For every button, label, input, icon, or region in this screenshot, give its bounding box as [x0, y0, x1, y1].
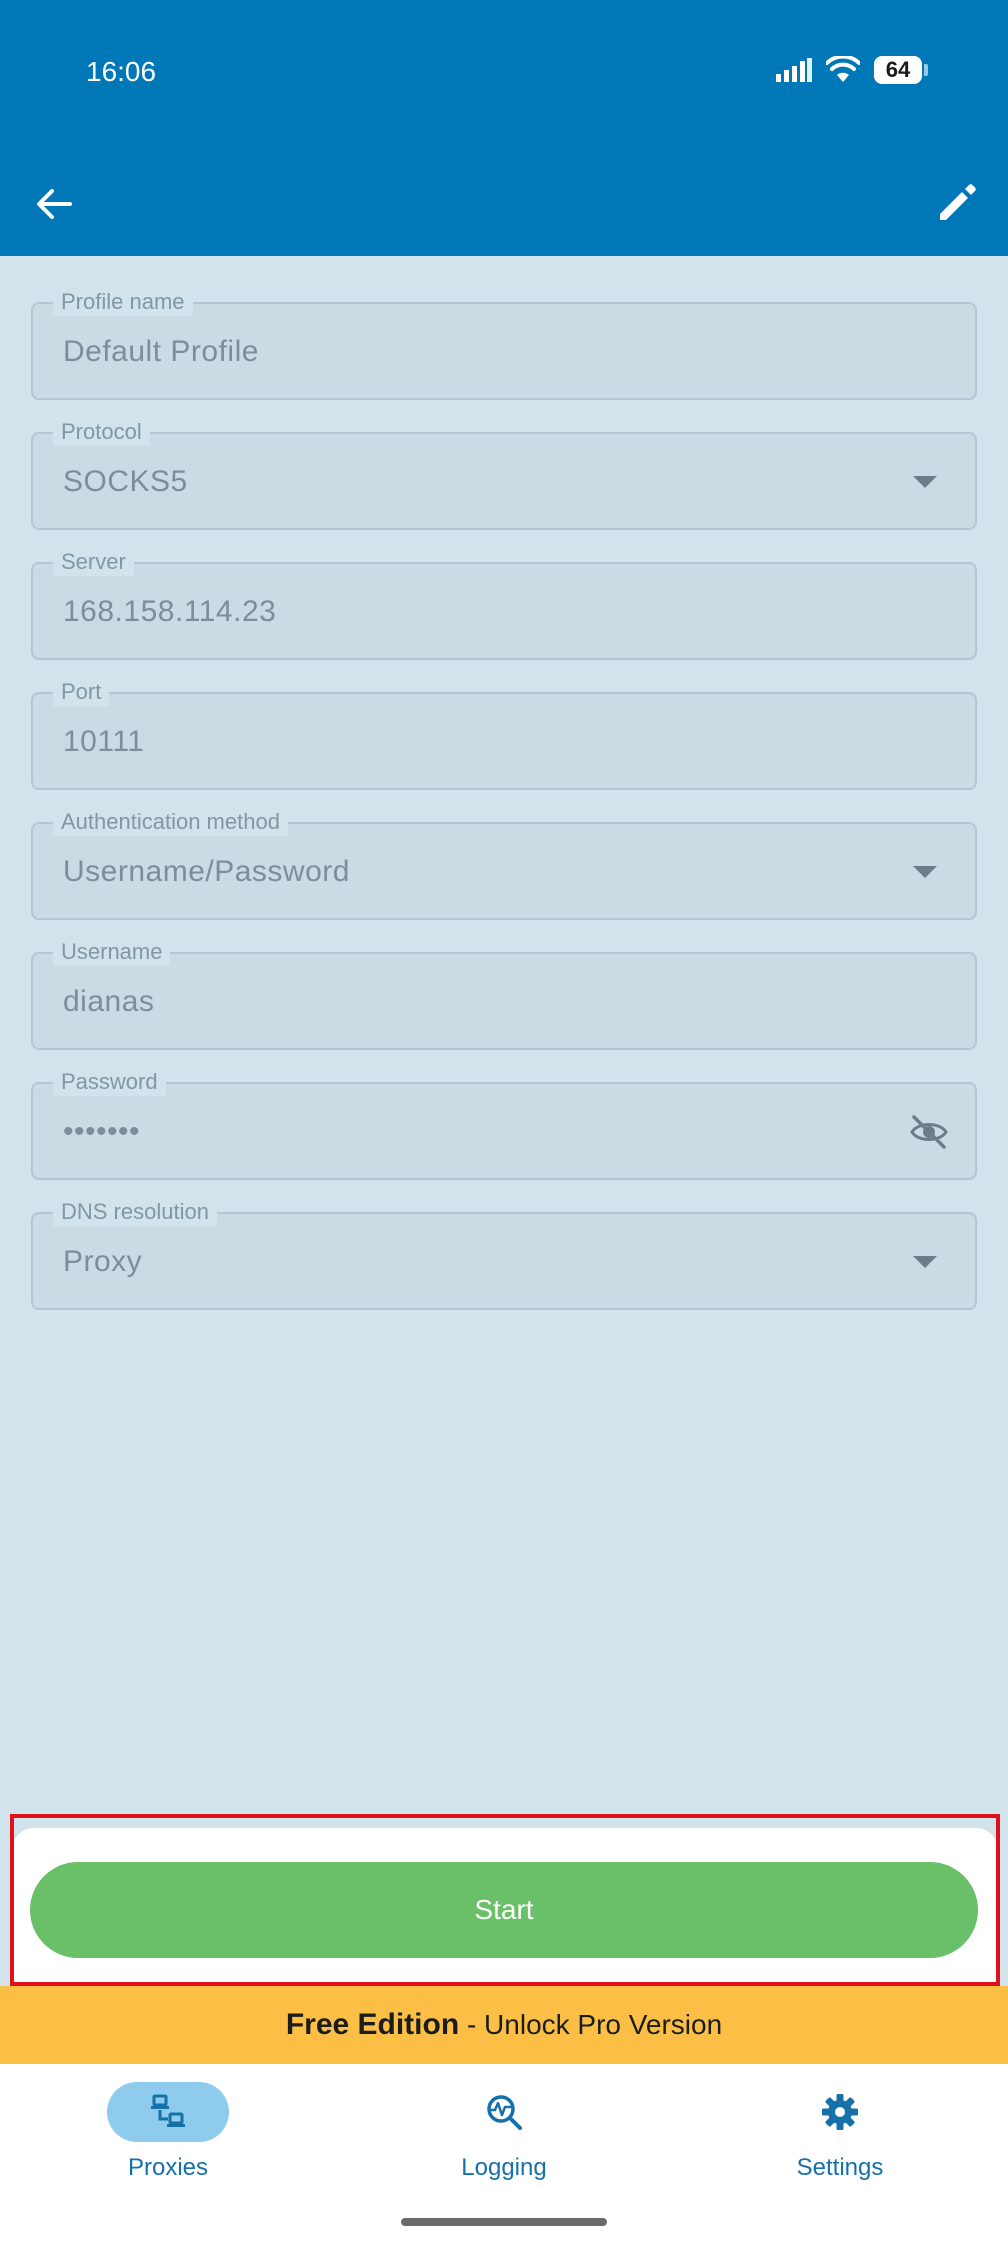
password-label: Password — [53, 1068, 166, 1096]
status-time: 16:06 — [86, 56, 157, 87]
pencil-icon[interactable] — [936, 182, 978, 224]
promo-edition-label: Free Edition — [285, 2008, 460, 2041]
nav-label-proxies: Proxies — [127, 2154, 209, 2181]
username-field[interactable]: Username dianas — [31, 938, 977, 1050]
dropdown-arrow-icon[interactable] — [913, 866, 937, 878]
dns-resolution-dropdown[interactable]: DNS resolution Proxy — [31, 1198, 977, 1310]
server-value: 168.158.114.23 — [63, 595, 277, 628]
profile-name-label: Profile name — [53, 288, 193, 316]
profile-name-field[interactable]: Profile name Default Profile — [31, 288, 977, 400]
auth-method-label: Authentication method — [53, 808, 288, 836]
dropdown-arrow-icon[interactable] — [913, 1256, 937, 1268]
gear-icon — [822, 2094, 858, 2130]
password-field[interactable]: Password ••••••• — [31, 1068, 977, 1180]
home-indicator[interactable] — [401, 2218, 607, 2226]
password-value: ••••••• — [63, 1115, 141, 1148]
nav-pill-logging — [443, 2082, 565, 2142]
auth-method-dropdown[interactable]: Authentication method Username/Password — [31, 808, 977, 920]
start-button[interactable]: Start — [30, 1862, 978, 1958]
nav-pill-settings — [779, 2082, 901, 2142]
server-field[interactable]: Server 168.158.114.23 — [31, 548, 977, 660]
nav-label-settings: Settings — [796, 2154, 884, 2181]
app-bar: 16:06 64 — [0, 0, 1008, 256]
protocol-dropdown[interactable]: Protocol SOCKS5 — [31, 418, 977, 530]
dropdown-arrow-icon[interactable] — [913, 476, 937, 488]
protocol-label: Protocol — [53, 418, 150, 446]
auth-method-value: Username/Password — [63, 855, 350, 888]
promo-banner[interactable]: Free Edition - Unlock Pro Version — [0, 1986, 1008, 2064]
port-label: Port — [53, 678, 110, 706]
profile-name-value: Default Profile — [63, 335, 259, 368]
server-label: Server — [53, 548, 134, 576]
dns-resolution-label: DNS resolution — [53, 1198, 217, 1226]
username-value: dianas — [63, 985, 155, 1018]
nav-pill-proxies — [107, 2082, 229, 2142]
bottom-navigation: Proxies Logging Settings — [0, 2064, 1008, 2244]
activity-search-icon — [487, 2095, 522, 2130]
username-label: Username — [53, 938, 171, 966]
dns-resolution-value: Proxy — [63, 1245, 143, 1278]
eye-off-icon[interactable] — [909, 1114, 949, 1150]
protocol-value: SOCKS5 — [63, 465, 188, 498]
promo-unlock-text: - Unlock Pro Version — [459, 2009, 723, 2040]
nav-label-logging: Logging — [461, 2154, 547, 2181]
port-value: 10111 — [63, 725, 145, 758]
nav-item-logging[interactable]: Logging — [404, 2082, 604, 2202]
nav-item-settings[interactable]: Settings — [740, 2082, 940, 2202]
port-field[interactable]: Port 10111 — [31, 678, 977, 790]
arrow-left-icon[interactable] — [34, 184, 74, 224]
battery-indicator: 64 — [874, 56, 928, 84]
nav-item-proxies[interactable]: Proxies — [68, 2082, 268, 2202]
wifi-icon — [826, 56, 860, 82]
signal-icon — [776, 58, 812, 82]
status-icons: 64 — [776, 56, 928, 84]
network-devices-icon — [151, 2094, 185, 2127]
